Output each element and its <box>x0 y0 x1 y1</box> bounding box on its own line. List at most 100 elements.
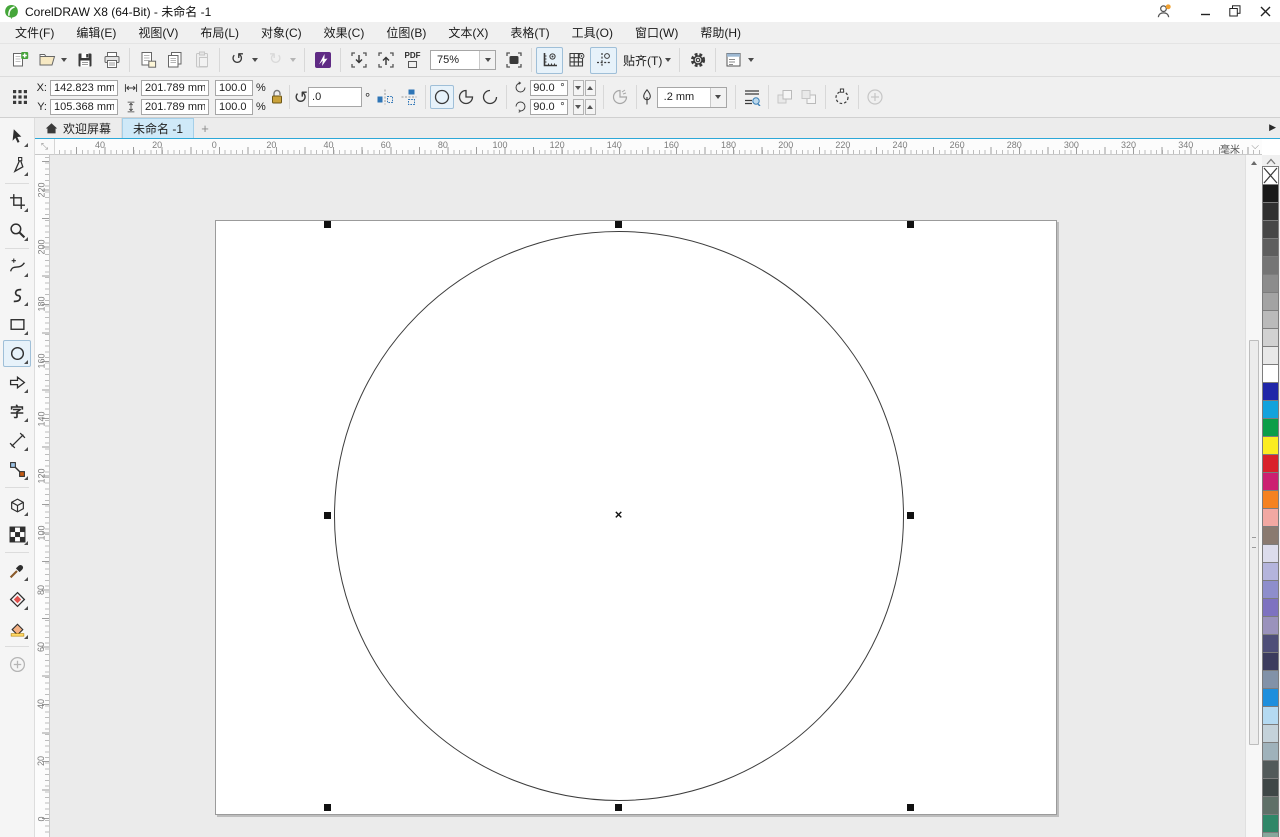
transparency-tool[interactable] <box>3 521 31 548</box>
show-guidelines-button[interactable] <box>590 47 617 74</box>
color-swatch[interactable] <box>1262 382 1279 401</box>
selection-handle[interactable] <box>324 512 331 519</box>
color-swatch[interactable] <box>1262 742 1279 761</box>
color-swatch[interactable] <box>1262 580 1279 599</box>
mirror-vertical-button[interactable] <box>397 85 421 109</box>
open-button[interactable] <box>33 47 60 74</box>
menu-item[interactable]: 工具(O) <box>561 22 624 44</box>
menu-item[interactable]: 编辑(E) <box>65 22 127 44</box>
lock-ratio-button[interactable] <box>269 85 285 109</box>
color-eyedropper-tool[interactable] <box>3 557 31 584</box>
selection-handle[interactable] <box>907 221 914 228</box>
menu-item[interactable]: 效果(C) <box>313 22 376 44</box>
color-swatch[interactable] <box>1262 724 1279 743</box>
color-swatch[interactable] <box>1262 652 1279 671</box>
ellipse-tool[interactable] <box>3 340 31 367</box>
menu-item[interactable]: 对象(C) <box>250 22 313 44</box>
pick-tool[interactable] <box>3 123 31 150</box>
publish-pdf-button[interactable]: PDF <box>399 47 426 74</box>
change-direction-button[interactable] <box>608 85 632 109</box>
undo-dropdown[interactable] <box>252 58 258 62</box>
menu-item[interactable]: 表格(T) <box>499 22 560 44</box>
color-swatch[interactable] <box>1262 472 1279 491</box>
account-icon[interactable] <box>1150 1 1176 21</box>
close-button[interactable] <box>1250 0 1280 22</box>
color-swatch[interactable] <box>1262 544 1279 563</box>
start-angle-increase-button[interactable] <box>585 80 596 96</box>
color-swatch[interactable] <box>1262 706 1279 725</box>
color-swatch[interactable] <box>1262 688 1279 707</box>
menu-item[interactable]: 文件(F) <box>4 22 65 44</box>
selection-handle[interactable] <box>324 221 331 228</box>
color-swatch[interactable] <box>1262 814 1279 833</box>
color-swatch[interactable] <box>1262 616 1279 635</box>
color-swatch[interactable] <box>1262 238 1279 257</box>
x-position-input[interactable] <box>50 80 118 96</box>
convert-to-curves-button[interactable] <box>830 85 854 109</box>
color-swatch[interactable] <box>1262 346 1279 365</box>
color-swatch[interactable] <box>1262 220 1279 239</box>
color-swatch[interactable] <box>1262 418 1279 437</box>
artistic-media-tool[interactable] <box>3 282 31 309</box>
color-swatch[interactable] <box>1262 256 1279 275</box>
menu-item[interactable]: 视图(V) <box>127 22 189 44</box>
color-swatch[interactable] <box>1262 670 1279 689</box>
application-launcher-button[interactable] <box>720 47 747 74</box>
selection-handle[interactable] <box>907 804 914 811</box>
zoom-tool[interactable] <box>3 217 31 244</box>
scale-horizontal-input[interactable] <box>215 80 253 96</box>
wrap-text-button[interactable] <box>740 85 764 109</box>
scrollbar-thumb[interactable] <box>1249 340 1259 745</box>
tab-document-1[interactable]: 未命名 -1 <box>122 118 194 138</box>
export-button[interactable] <box>372 47 399 74</box>
color-swatch[interactable] <box>1262 310 1279 329</box>
snap-to-label[interactable]: 贴齐(T) <box>617 52 664 69</box>
dimension-tool[interactable] <box>3 427 31 454</box>
color-swatch[interactable] <box>1262 490 1279 509</box>
arc-mode-button[interactable] <box>478 85 502 109</box>
no-color-swatch[interactable] <box>1262 166 1279 185</box>
more-tools[interactable] <box>3 651 31 678</box>
full-screen-preview-button[interactable] <box>500 47 527 74</box>
to-back-button[interactable] <box>797 85 821 109</box>
color-swatch[interactable] <box>1262 202 1279 221</box>
tab-welcome-screen[interactable]: 欢迎屏幕 <box>35 118 122 138</box>
color-swatch[interactable] <box>1262 184 1279 203</box>
color-swatch[interactable] <box>1262 598 1279 617</box>
menu-item[interactable]: 布局(L) <box>189 22 250 44</box>
rotation-angle-input[interactable] <box>308 87 362 107</box>
color-swatch[interactable] <box>1262 400 1279 419</box>
extrude-tool[interactable] <box>3 492 31 519</box>
menu-item[interactable]: 文本(X) <box>437 22 499 44</box>
color-swatch[interactable] <box>1262 454 1279 473</box>
quick-customize-button[interactable] <box>863 85 887 109</box>
save-button[interactable] <box>71 47 98 74</box>
start-angle-decrease-button[interactable] <box>573 80 584 96</box>
redo-dropdown[interactable] <box>290 58 296 62</box>
color-swatch[interactable] <box>1262 526 1279 545</box>
color-swatch[interactable] <box>1262 292 1279 311</box>
copy-button[interactable] <box>161 47 188 74</box>
color-swatch[interactable] <box>1262 634 1279 653</box>
ruler-options-icon[interactable]: ⌵ <box>1251 141 1259 152</box>
application-launcher-dropdown[interactable] <box>748 58 754 62</box>
object-center-marker[interactable]: × <box>610 506 627 523</box>
menu-item[interactable]: 窗口(W) <box>624 22 689 44</box>
color-swatch[interactable] <box>1262 328 1279 347</box>
shape-tool[interactable] <box>3 152 31 179</box>
snap-to-dropdown[interactable] <box>665 58 671 62</box>
paste-button[interactable] <box>188 47 215 74</box>
scale-vertical-input[interactable] <box>215 99 253 115</box>
selection-handle[interactable] <box>615 804 622 811</box>
ruler-origin-corner[interactable]: ⤡ <box>35 139 55 155</box>
mirror-horizontal-button[interactable] <box>373 85 397 109</box>
print-button[interactable] <box>98 47 125 74</box>
selection-handle[interactable] <box>324 804 331 811</box>
color-swatch[interactable] <box>1262 508 1279 527</box>
color-swatch[interactable] <box>1262 436 1279 455</box>
minimize-button[interactable] <box>1190 0 1220 22</box>
freehand-tool[interactable] <box>3 253 31 280</box>
start-angle-input[interactable] <box>533 81 560 94</box>
smart-fill-tool[interactable] <box>3 615 31 642</box>
zoom-level-combo[interactable]: 75% <box>430 50 496 70</box>
